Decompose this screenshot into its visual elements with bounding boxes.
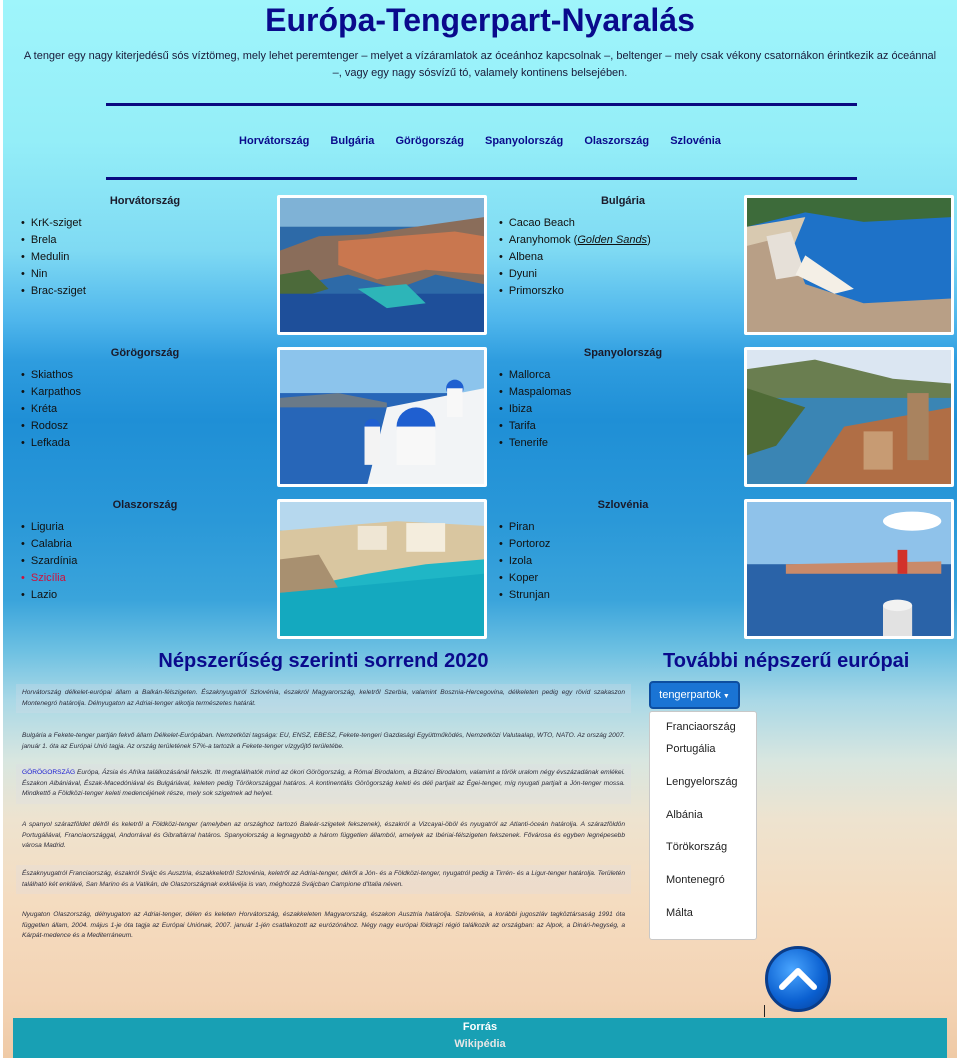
list-item: Rodosz [21, 418, 81, 435]
list-item: Brela [21, 232, 86, 249]
divider [106, 177, 857, 180]
country-heading: Görögország [110, 347, 180, 359]
croatia-coast-photo [277, 195, 487, 335]
dropdown-item[interactable]: Montenegró [666, 874, 725, 886]
paragraph-spanyolorszag: A spanyol szárazföldet délről és keletrő… [22, 821, 625, 849]
destination-list: KrK-sziget Brela Medulin Nin Brac-sziget [21, 215, 86, 300]
destination-list: Piran Portoroz Izola Koper Strunjan [499, 519, 551, 604]
nav-link-horvatorszag[interactable]: Horvátország [239, 135, 309, 147]
dropdown-label: tengerpartok [659, 689, 721, 701]
spain-tossa-photo [744, 347, 954, 487]
paragraph-gorogorszag: GÖRÖGORSZÁG Európa, Ázsia és Afrika talá… [16, 764, 631, 804]
country-heading: Olaszország [112, 499, 178, 511]
country-card-horvatorszag: Horvátország KrK-sziget Brela Medulin Ni… [13, 195, 487, 340]
list-item: Cacao Beach [499, 215, 651, 232]
country-card-bulgaria: Bulgária Cacao Beach Aranyhomok (Golden … [491, 195, 957, 340]
dropdown-item[interactable]: Albánia [666, 809, 703, 821]
footer-source-link[interactable]: Wikipédia [13, 1036, 947, 1052]
popularity-title: Népszerűség szerinti sorrend 2020 [158, 650, 489, 672]
list-item: Ibiza [499, 401, 571, 418]
country-heading: Horvátország [109, 195, 181, 207]
nav-link-spanyolorszag[interactable]: Spanyolország [485, 135, 563, 147]
list-item: Lazio [21, 587, 77, 604]
list-item: Brac-sziget [21, 283, 86, 300]
list-item: Albena [499, 249, 651, 266]
page: Európa-Tengerpart-Nyaralás A tenger egy … [3, 0, 957, 1058]
list-item: Dyuni [499, 266, 651, 283]
list-item: Izola [499, 553, 550, 570]
paragraph-szlovenia: Nyugaton Olaszország, délnyugaton az Adr… [22, 911, 625, 939]
list-item: KrK-sziget [21, 215, 86, 232]
intro-text: A tenger egy nagy kiterjedésű sós víztöm… [23, 50, 937, 79]
list-item: Kréta [21, 401, 81, 418]
country-card-gorogorszag: Görögország Skiathos Karpathos Kréta Rod… [13, 347, 487, 492]
dropdown-item[interactable]: Portugália [666, 743, 716, 755]
italy-polignano-photo [277, 499, 487, 639]
list-item-text: ) [647, 234, 651, 246]
list-item: Strunjan [499, 587, 550, 604]
list-item: Skiathos [21, 367, 81, 384]
list-item: Calabria [21, 536, 77, 553]
paragraph-olaszorszag: Északnyugatról Franciaország, északról S… [16, 865, 631, 894]
greece-santorini-photo [277, 347, 487, 487]
destination-list: Skiathos Karpathos Kréta Rodosz Lefkada [21, 367, 81, 452]
dropdown-item[interactable]: Málta [666, 907, 693, 919]
list-item: Mallorca [499, 367, 571, 384]
list-item: Nin [21, 266, 86, 283]
text-cursor [764, 1005, 765, 1017]
list-item: Medulin [21, 249, 86, 266]
country-card-olaszorszag: Olaszország Liguria Calabria Szardínia S… [13, 499, 487, 644]
footer: Forrás Wikipédia [13, 1018, 947, 1058]
destination-list: Mallorca Maspalomas Ibiza Tarifa Tenerif… [499, 367, 571, 452]
destination-list: Cacao Beach Aranyhomok (Golden Sands) Al… [499, 215, 651, 300]
paragraph-bulgaria: Bulgária a Fekete-tenger partján fekvő á… [22, 732, 625, 750]
paragraph-text: Európa, Ázsia és Afrika találkozásánál f… [22, 769, 625, 797]
slovenia-piran-photo [744, 499, 954, 639]
country-heading: Bulgária [600, 195, 645, 207]
bulgaria-beach-photo [744, 195, 954, 335]
beaches-dropdown-menu: Franciaország Portugália Lengyelország A… [649, 711, 757, 940]
destination-list: Liguria Calabria Szardínia Szicília Lazi… [21, 519, 77, 604]
page-title: Európa-Tengerpart-Nyaralás [265, 2, 695, 38]
country-heading: Spanyolország [583, 347, 663, 359]
list-item: Szicília [21, 570, 77, 587]
list-item-text: Aranyhomok ( [508, 234, 578, 246]
list-item: Lefkada [21, 435, 81, 452]
dropdown-item[interactable]: Lengyelország [666, 776, 738, 788]
greece-link[interactable]: GÖRÖGORSZÁG [22, 769, 75, 776]
list-item: Karpathos [21, 384, 81, 401]
country-card-spanyolorszag: Spanyolország Mallorca Maspalomas Ibiza … [491, 347, 957, 492]
chevron-up-icon [779, 968, 817, 990]
country-heading: Szlovénia [597, 499, 649, 511]
beaches-dropdown-button[interactable]: tengerpartok ▼ [649, 681, 740, 709]
caret-down-icon: ▼ [722, 693, 730, 700]
list-item: Piran [499, 519, 550, 536]
list-item: Primorszko [499, 283, 651, 300]
divider [106, 103, 857, 106]
footer-source-label: Forrás [462, 1021, 498, 1033]
nav-link-bulgaria[interactable]: Bulgária [330, 135, 374, 147]
list-item: Liguria [21, 519, 77, 536]
nav-link-szlovenia[interactable]: Szlovénia [670, 135, 721, 147]
country-card-szlovenia: Szlovénia Piran Portoroz Izola Koper Str… [491, 499, 957, 644]
list-item: Tarifa [499, 418, 571, 435]
dropdown-item[interactable]: Franciaország [666, 721, 736, 733]
more-beaches-title: További népszerű európai [663, 650, 910, 672]
list-item: Szardínia [21, 553, 77, 570]
list-item: Koper [499, 570, 550, 587]
scroll-to-top-button[interactable] [765, 946, 831, 1012]
list-item: Tenerife [499, 435, 571, 452]
golden-sands-link[interactable]: Golden Sands [577, 234, 647, 246]
nav-link-gorogorszag[interactable]: Görögország [395, 135, 463, 147]
country-nav: Horvátország Bulgária Görögország Spanyo… [3, 135, 957, 147]
paragraph-horvatorszag: Horvátország délkelet-európai állam a Ba… [16, 684, 631, 713]
list-item: Aranyhomok (Golden Sands) [499, 232, 651, 249]
nav-link-olaszorszag[interactable]: Olaszország [584, 135, 649, 147]
dropdown-item[interactable]: Törökország [666, 841, 727, 853]
list-item: Portoroz [499, 536, 551, 553]
list-item: Maspalomas [499, 384, 571, 401]
